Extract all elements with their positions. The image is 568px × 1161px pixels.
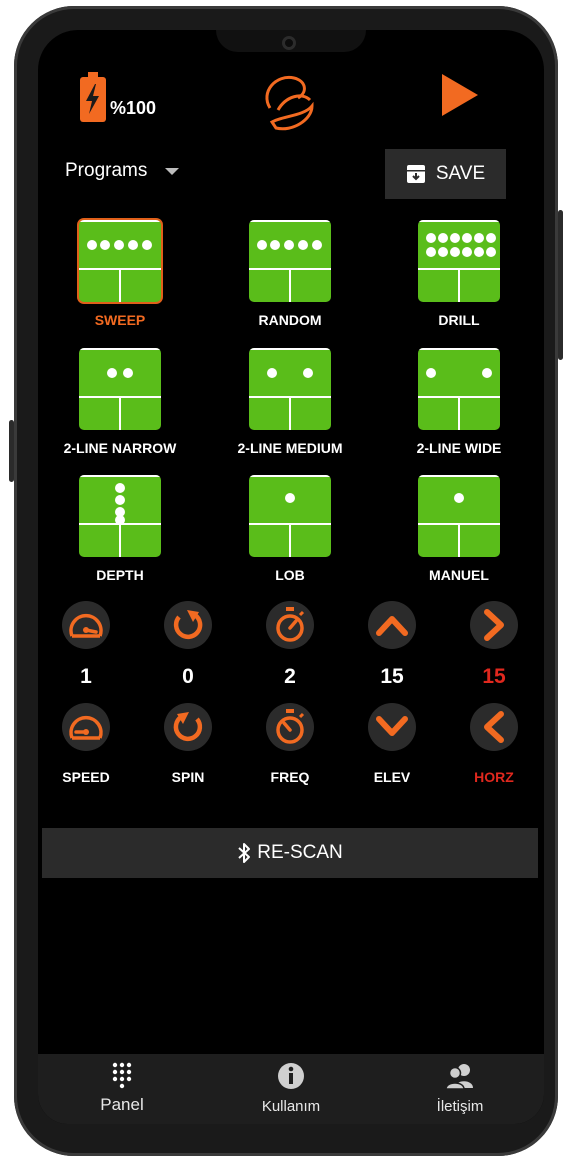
program-label: DEPTH (96, 567, 144, 583)
program-2-line-narrow[interactable]: 2-LINE NARROW (45, 348, 195, 456)
speedometer-icon (69, 613, 103, 638)
chevron-down-icon (165, 167, 180, 175)
chevron-down-icon (376, 716, 408, 736)
horz-value: 15 (482, 665, 506, 688)
programs-dropdown[interactable]: Programs (65, 160, 180, 182)
app-logo (258, 70, 322, 139)
speedometer-low-icon (69, 715, 103, 740)
phone-volume-button (558, 210, 563, 360)
horz-right-button[interactable] (470, 601, 518, 649)
court-icon (249, 220, 331, 302)
programs-label: Programs (65, 160, 148, 181)
program-sweep[interactable]: SWEEP (45, 220, 195, 328)
program-lob[interactable]: LOB (215, 475, 365, 583)
speed-decrease-button[interactable] (62, 703, 110, 751)
elev-decrease-button[interactable] (368, 703, 416, 751)
spin-decrease-button[interactable] (164, 703, 212, 751)
save-button[interactable]: SAVE (385, 149, 506, 199)
program-label: 2-LINE WIDE (416, 440, 502, 456)
nav-label: Panel (100, 1095, 144, 1114)
elev-label: ELEV (373, 769, 411, 785)
speed-value: 1 (80, 665, 92, 688)
nav-label: Kullanım (261, 1098, 321, 1115)
chevron-up-icon (376, 616, 408, 636)
horz-left-button[interactable] (470, 703, 518, 751)
nav-label: İletişim (436, 1098, 484, 1115)
bottom-navigation: Panel Kullanım İletişim (38, 1054, 544, 1124)
court-icon (418, 348, 500, 430)
front-camera (282, 36, 296, 50)
contacts-icon (445, 1064, 473, 1090)
info-icon (278, 1063, 304, 1089)
battery-percentage: %100 (110, 98, 157, 118)
play-icon (442, 74, 478, 116)
court-icon (249, 348, 331, 430)
program-random[interactable]: RANDOM (215, 220, 365, 328)
program-2-line-wide[interactable]: 2-LINE WIDE (384, 348, 534, 456)
court-icon (418, 475, 500, 557)
program-2-line-medium[interactable]: 2-LINE MEDIUM (215, 348, 365, 456)
program-label: SWEEP (94, 312, 146, 328)
freq-label: FREQ (270, 769, 310, 785)
play-button[interactable] (442, 74, 478, 121)
horz-label: HORZ (474, 769, 514, 785)
program-drill[interactable]: DRILL (384, 220, 534, 328)
spin-value: 0 (182, 665, 194, 688)
program-label: DRILL (438, 312, 480, 328)
court-icon (249, 475, 331, 557)
program-label: 2-LINE NARROW (63, 440, 177, 456)
freq-decrease-button[interactable] (266, 703, 314, 751)
app-screen: %100 Programs SAVE SWEEP RANDOM DRILL 2-… (38, 30, 544, 1124)
speed-label: SPEED (62, 769, 110, 785)
freq-increase-button[interactable] (266, 601, 314, 649)
chevron-right-icon (484, 609, 504, 641)
spin-label: SPIN (171, 769, 205, 785)
nav-item-kullanim[interactable]: Kullanım (207, 1062, 375, 1115)
program-label: LOB (275, 567, 305, 583)
rotate-counterclockwise-icon (173, 712, 203, 741)
elev-value: 15 (380, 665, 404, 688)
program-manuel[interactable]: MANUEL (384, 475, 534, 583)
rescan-label: RE-SCAN (257, 842, 343, 863)
nav-item-panel[interactable]: Panel (38, 1062, 206, 1115)
keypad-icon (112, 1062, 132, 1089)
freq-value: 2 (284, 665, 296, 688)
program-label: 2-LINE MEDIUM (237, 440, 343, 456)
program-label: MANUEL (429, 567, 489, 583)
court-icon (79, 475, 161, 557)
phone-side-button (9, 420, 14, 482)
stopwatch-icon (276, 709, 305, 744)
court-icon (79, 220, 161, 302)
program-depth[interactable]: DEPTH (45, 475, 195, 583)
bluetooth-icon (238, 843, 251, 863)
rotate-clockwise-icon (173, 610, 203, 639)
program-label: RANDOM (258, 312, 322, 328)
stopwatch-icon (276, 607, 305, 642)
save-label: SAVE (435, 163, 486, 184)
battery-icon (80, 72, 106, 127)
court-icon (79, 348, 161, 430)
nav-item-iletisim[interactable]: İletişim (376, 1062, 544, 1115)
speed-increase-button[interactable] (62, 601, 110, 649)
elev-increase-button[interactable] (368, 601, 416, 649)
court-icon (418, 220, 500, 302)
spin-increase-button[interactable] (164, 601, 212, 649)
rescan-button[interactable]: RE-SCAN (42, 828, 538, 878)
archive-icon (406, 165, 425, 183)
chevron-left-icon (484, 711, 504, 743)
